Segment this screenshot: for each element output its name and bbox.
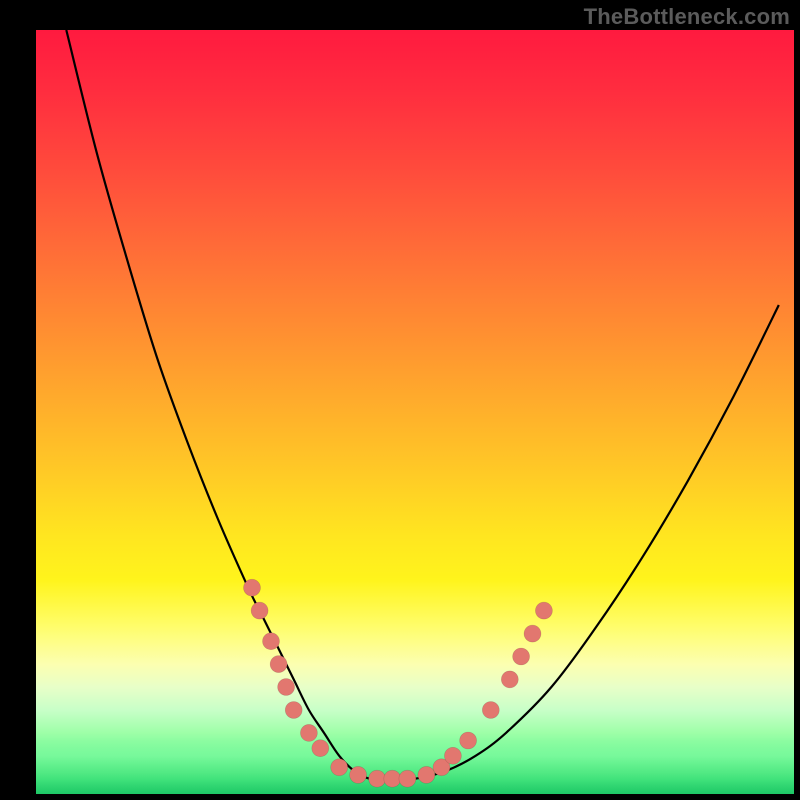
chart-frame: TheBottleneck.com: [0, 0, 800, 800]
data-marker: [513, 648, 530, 665]
watermark-text: TheBottleneck.com: [584, 4, 790, 30]
plot-area: [36, 30, 794, 794]
data-marker: [418, 766, 435, 783]
data-marker: [501, 671, 518, 688]
data-marker: [384, 770, 401, 787]
data-marker: [270, 656, 287, 673]
data-marker: [444, 747, 461, 764]
bottleneck-curve: [66, 30, 779, 779]
data-marker: [369, 770, 386, 787]
marker-layer: [244, 579, 553, 787]
data-marker: [263, 633, 280, 650]
data-marker: [331, 759, 348, 776]
data-marker: [312, 740, 329, 757]
data-marker: [535, 602, 552, 619]
data-marker: [251, 602, 268, 619]
curve-svg: [36, 30, 794, 794]
data-marker: [460, 732, 477, 749]
data-marker: [482, 702, 499, 719]
data-marker: [285, 702, 302, 719]
data-marker: [244, 579, 261, 596]
data-marker: [399, 770, 416, 787]
data-marker: [300, 724, 317, 741]
data-marker: [350, 766, 367, 783]
data-marker: [524, 625, 541, 642]
data-marker: [278, 679, 295, 696]
